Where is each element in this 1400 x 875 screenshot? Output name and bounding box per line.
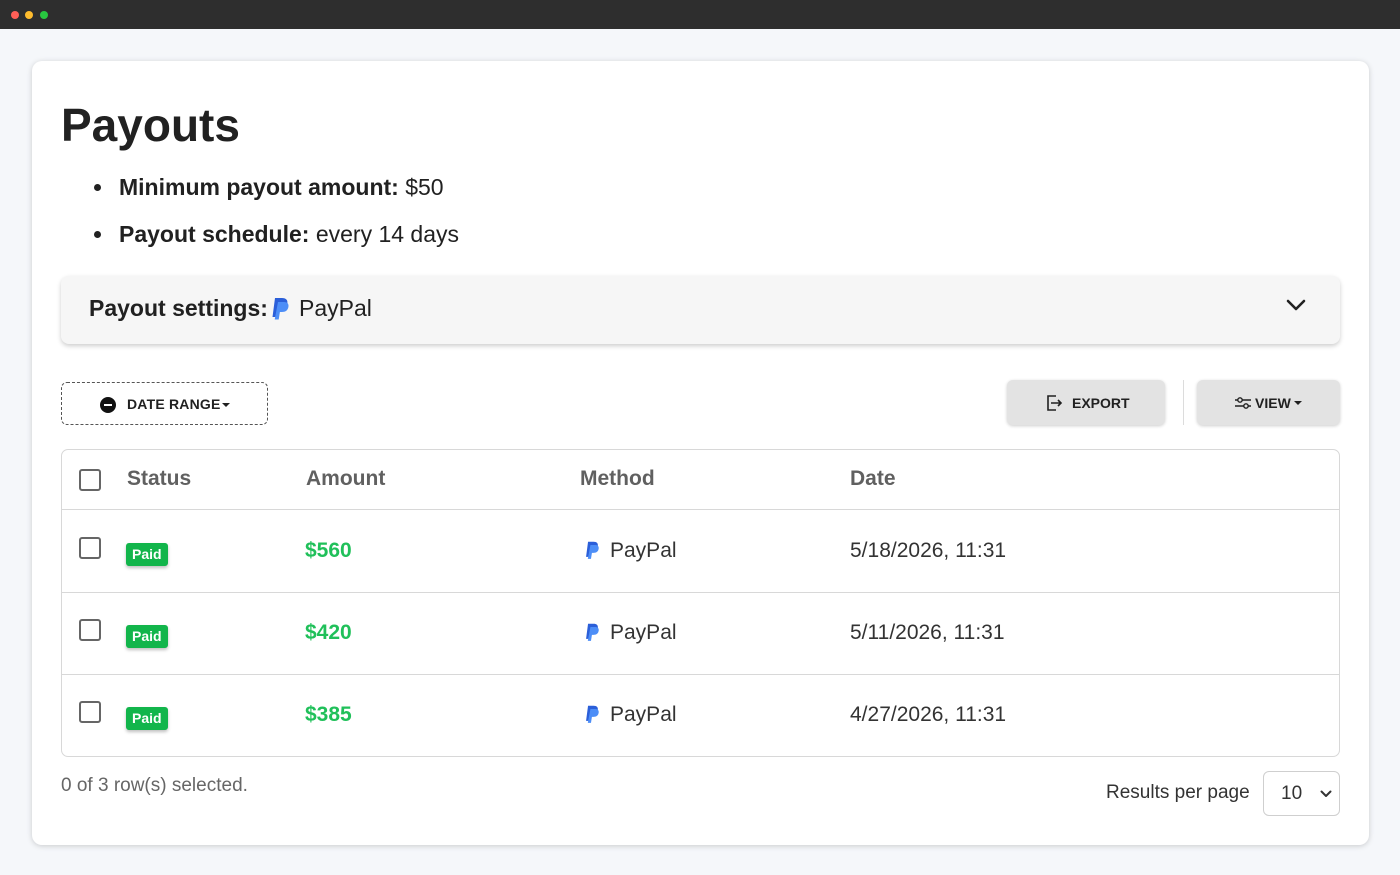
chevron-down-icon [1320,790,1332,797]
view-label: VIEW [1255,395,1291,411]
table-row[interactable]: Paid $420 PayPal 5/11/2026, 11:31 [62,593,1339,675]
window-titlebar [0,0,1400,29]
info-value: $50 [398,174,444,200]
payouts-table: Status Amount Method Date Paid $560 PayP… [61,449,1340,757]
table-header: Status Amount Method Date [62,450,1339,510]
row-selection-count: 0 of 3 row(s) selected. [61,775,248,796]
status-badge: Paid [126,543,168,566]
export-icon [1047,395,1063,411]
payout-settings-accordion[interactable]: Payout settings: PayPal [61,276,1340,344]
row-checkbox[interactable] [79,619,101,641]
toolbar-divider [1183,380,1184,425]
method-cell: PayPal [610,621,677,644]
export-label: EXPORT [1072,395,1130,411]
payout-settings-value: PayPal [299,295,372,321]
table-row[interactable]: Paid $385 PayPal 4/27/2026, 11:31 [62,675,1339,756]
column-header-amount[interactable]: Amount [306,467,385,491]
column-header-status[interactable]: Status [127,467,191,491]
date-cell: 4/27/2026, 11:31 [850,703,1007,726]
row-checkbox[interactable] [79,701,101,723]
caret-down-icon [222,403,230,407]
method-cell: PayPal [610,539,677,562]
method-cell: PayPal [610,703,677,726]
status-badge: Paid [126,707,168,730]
payouts-card: Payouts Minimum payout amount: $50 Payou… [32,61,1369,845]
results-per-page-value: 10 [1281,783,1303,804]
window-minimize-button[interactable] [25,11,33,19]
paypal-icon [586,623,599,641]
date-range-filter-button[interactable]: DATE RANGE [61,382,268,425]
page-title: Payouts [61,99,240,151]
info-label: Payout schedule: [119,221,310,247]
column-header-date[interactable]: Date [850,467,896,491]
info-value: every 14 days [309,221,460,247]
amount-cell: $560 [305,539,352,562]
window-maximize-button[interactable] [40,11,48,19]
sliders-icon [1235,397,1251,409]
chevron-down-icon[interactable] [1285,297,1307,313]
paypal-icon [586,541,599,559]
status-badge: Paid [126,625,168,648]
paypal-icon [586,705,599,723]
paypal-icon [272,298,289,320]
amount-cell: $385 [305,703,352,726]
amount-cell: $420 [305,621,352,644]
results-per-page-select[interactable]: 10 [1263,771,1340,816]
results-per-page-label: Results per page [1106,782,1250,803]
row-checkbox[interactable] [79,537,101,559]
date-range-label: DATE RANGE [127,396,221,412]
payout-info-list: Minimum payout amount: $50 Payout schedu… [94,171,459,265]
info-label: Minimum payout amount: [119,174,399,200]
select-all-checkbox[interactable] [79,469,101,491]
info-item-schedule: Payout schedule: every 14 days [94,218,459,250]
table-row[interactable]: Paid $560 PayPal 5/18/2026, 11:31 [62,511,1339,593]
caret-down-icon [1294,401,1302,405]
view-options-button[interactable]: VIEW [1197,380,1340,425]
window-close-button[interactable] [11,11,19,19]
export-button[interactable]: EXPORT [1007,380,1165,425]
payout-settings-label: Payout settings: [89,295,268,321]
plus-circle-icon [100,397,116,413]
column-header-method[interactable]: Method [580,467,655,491]
date-cell: 5/18/2026, 11:31 [850,539,1007,562]
date-cell: 5/11/2026, 11:31 [850,621,1005,644]
info-item-minimum: Minimum payout amount: $50 [94,171,459,203]
